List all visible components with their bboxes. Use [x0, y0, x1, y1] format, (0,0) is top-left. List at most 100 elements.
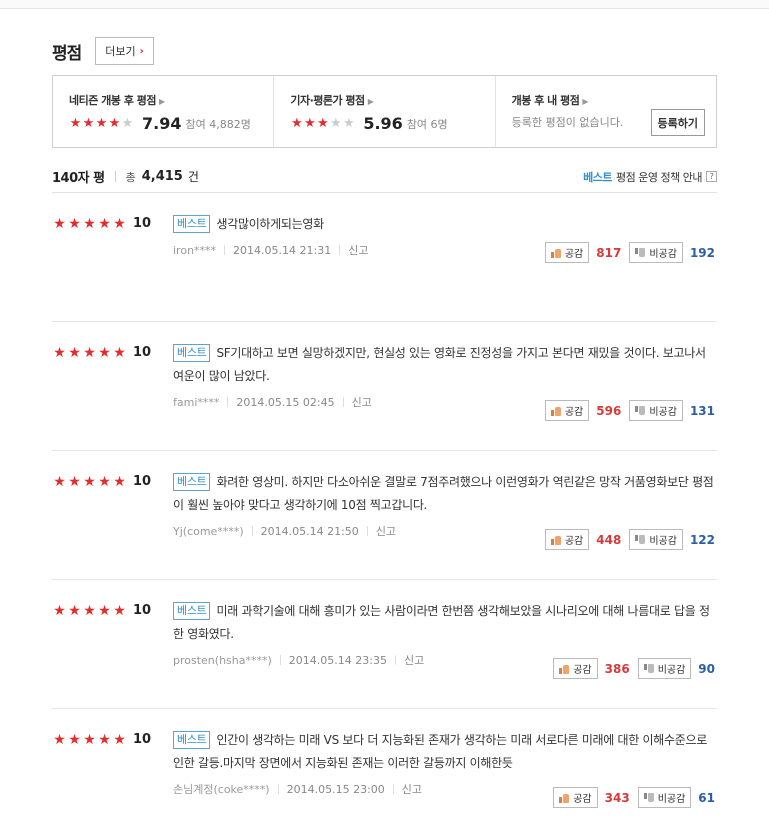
star-filled-icon: ★ [68, 731, 81, 748]
review-rating: ★ ★ ★ ★ ★ 10 [52, 345, 151, 360]
my-rating-box: 개봉 후 내 평점 ▶ 등록한 평점이 없습니다. 등록하기 [496, 76, 716, 147]
star-filled-icon: ★ [68, 602, 81, 619]
review-user[interactable]: Yj(come****) [173, 525, 244, 538]
star-filled-icon: ★ [291, 116, 303, 131]
review-score: 10 [133, 603, 152, 618]
vote-controls: 공감 817 비공감 192 [544, 242, 717, 263]
review-content: 미래 과학기술에 대해 흥미가 있는 사람이라면 한번쯤 생각해보았을 시나리오… [173, 604, 710, 641]
best-badge: 베스트 [173, 602, 211, 620]
dislike-button[interactable]: 비공감 [629, 242, 683, 263]
review-text: 베스트 미래 과학기술에 대해 흥미가 있는 사람이라면 한번쯤 생각해보았을 시… [173, 600, 717, 646]
like-button[interactable]: 공감 [544, 242, 590, 263]
review-user[interactable]: iron**** [173, 244, 216, 257]
like-button[interactable]: 공감 [553, 787, 598, 808]
policy-link[interactable]: 베스트 평점 운영 정책 안내 ? [583, 169, 717, 185]
critic-rating-title[interactable]: 기자·평론가 평점 ▶ [290, 92, 494, 108]
thumbs-down-icon [635, 247, 646, 258]
more-button[interactable]: 더보기 › [95, 37, 154, 65]
review-item: ★ ★ ★ ★ ★ 10 베스트 SF기대하고 보면 실망하겠지만, 현실성 있는 영화로… [52, 322, 717, 451]
thumbs-up-icon [550, 406, 561, 416]
star-filled-icon: ★ [98, 215, 111, 232]
star-filled-icon: ★ [68, 344, 81, 361]
star-filled-icon: ★ [113, 602, 126, 619]
review-date: 2014.05.15 02:45 [236, 395, 335, 409]
like-button[interactable]: 공감 [544, 529, 590, 550]
report-link[interactable]: 신고 [402, 781, 422, 797]
thumbs-down-icon [635, 534, 646, 545]
star-filled-icon: ★ [113, 344, 126, 361]
divider [392, 784, 394, 794]
best-badge: 베스트 [173, 344, 211, 362]
review-rating: ★ ★ ★ ★ ★ 10 [52, 216, 151, 231]
star-filled-icon: ★ [304, 116, 316, 131]
dislike-count: 122 [689, 532, 715, 547]
like-count: 343 [604, 790, 630, 805]
review-user[interactable]: fami**** [173, 396, 219, 409]
star-rating: ★ ★ ★ ★ ★ [52, 604, 127, 618]
star-filled-icon: ★ [83, 602, 96, 619]
report-link[interactable]: 신고 [352, 394, 372, 410]
vote-controls: 공감 343 비공감 61 [553, 787, 717, 808]
like-button[interactable]: 공감 [544, 400, 590, 421]
review-date: 2014.05.14 21:50 [260, 524, 359, 538]
rating-summary: 네티즌 개봉 후 평점 ▶ ★ ★ ★ ★ ★ 7.94 참여 4,882명 기자·평론가… [52, 75, 717, 148]
my-rating-title[interactable]: 개봉 후 내 평점 ▶ [512, 92, 716, 108]
dislike-button[interactable]: 비공감 [629, 400, 683, 421]
netizen-rating-title[interactable]: 네티즌 개봉 후 평점 ▶ [69, 92, 273, 108]
review-date: 2014.05.14 23:35 [288, 653, 387, 667]
star-filled-icon: ★ [53, 731, 66, 748]
review-text: 베스트 SF기대하고 보면 실망하겠지만, 현실성 있는 영화로 진정성을 가지고… [173, 342, 717, 388]
divider [394, 655, 396, 665]
divider [279, 655, 281, 665]
review-type-title: 140자 평 [52, 171, 105, 186]
star-filled-icon: ★ [113, 215, 126, 232]
dislike-button[interactable]: 비공감 [629, 529, 683, 550]
star-empty-icon: ★ [330, 116, 342, 131]
report-link[interactable]: 신고 [376, 523, 396, 539]
help-icon[interactable]: ? [706, 171, 717, 182]
review-score: 10 [133, 732, 152, 747]
star-filled-icon: ★ [53, 473, 66, 490]
star-rating: ★ ★ ★ ★ ★ [52, 217, 127, 231]
dislike-button[interactable]: 비공감 [637, 787, 692, 808]
divider [114, 171, 116, 182]
netizen-score: 7.94 [142, 114, 182, 133]
dislike-button[interactable]: 비공감 [637, 658, 692, 679]
review-rating: ★ ★ ★ ★ ★ 10 [52, 603, 151, 618]
netizen-rating-box: 네티즌 개봉 후 평점 ▶ ★ ★ ★ ★ ★ 7.94 참여 4,882명 [53, 76, 275, 147]
review-count-row: 140자 평 총 4,415 건 베스트 평점 운영 정책 안내 ? [52, 167, 717, 193]
like-button[interactable]: 공감 [553, 658, 598, 679]
star-filled-icon: ★ [317, 116, 329, 131]
review-item: ★ ★ ★ ★ ★ 10 베스트 화려한 영상미. 하지만 다소아쉬운 결말로 7점주려했… [52, 451, 717, 580]
rating-section: 평점 더보기 › 네티즌 개봉 후 평점 ▶ ★ ★ ★ ★ ★ 7.94 참여 4,88… [52, 36, 717, 821]
star-filled-icon: ★ [95, 116, 108, 131]
critic-participants: 참여 6명 [406, 117, 448, 131]
review-user[interactable]: prosten(hsha****) [173, 654, 272, 667]
review-content: 화려한 영상미. 하지만 다소아쉬운 결말로 7점주려했으나 이런영화가 역린같… [173, 475, 714, 512]
star-filled-icon: ★ [53, 215, 66, 232]
report-link[interactable]: 신고 [348, 242, 368, 258]
total-unit: 건 [187, 170, 199, 184]
best-badge: 베스트 [173, 215, 211, 233]
star-filled-icon: ★ [83, 215, 96, 232]
register-rating-button[interactable]: 등록하기 [650, 109, 705, 136]
review-text: 베스트 화려한 영상미. 하지만 다소아쉬운 결말로 7점주려했으나 이런영화가 … [173, 471, 717, 517]
vote-controls: 공감 386 비공감 90 [553, 658, 717, 679]
review-rating: ★ ★ ★ ★ ★ 10 [52, 732, 151, 747]
critic-rating-box: 기자·평론가 평점 ▶ ★ ★ ★ ★ ★ 5.96 참여 6명 [274, 76, 496, 147]
review-text: 베스트 생각많이하게되는영화 [173, 213, 717, 236]
star-filled-icon: ★ [83, 731, 96, 748]
critic-score: 5.96 [363, 114, 403, 133]
review-date: 2014.05.15 23:00 [286, 782, 385, 796]
review-item: ★ ★ ★ ★ ★ 10 베스트 인간이 생각하는 미래 VS 보다 더 지능화된 존재가… [52, 709, 717, 821]
review-user[interactable]: 손님계정(coke****) [173, 781, 270, 797]
best-badge: 베스트 [173, 731, 211, 749]
thumbs-up-icon [550, 535, 561, 545]
like-count: 386 [604, 661, 630, 676]
review-score: 10 [133, 474, 152, 489]
report-link[interactable]: 신고 [404, 652, 424, 668]
total-label: 총 [125, 170, 136, 184]
caret-right-icon: ▶ [367, 97, 374, 106]
star-filled-icon: ★ [68, 473, 81, 490]
best-badge: 베스트 [173, 473, 211, 491]
